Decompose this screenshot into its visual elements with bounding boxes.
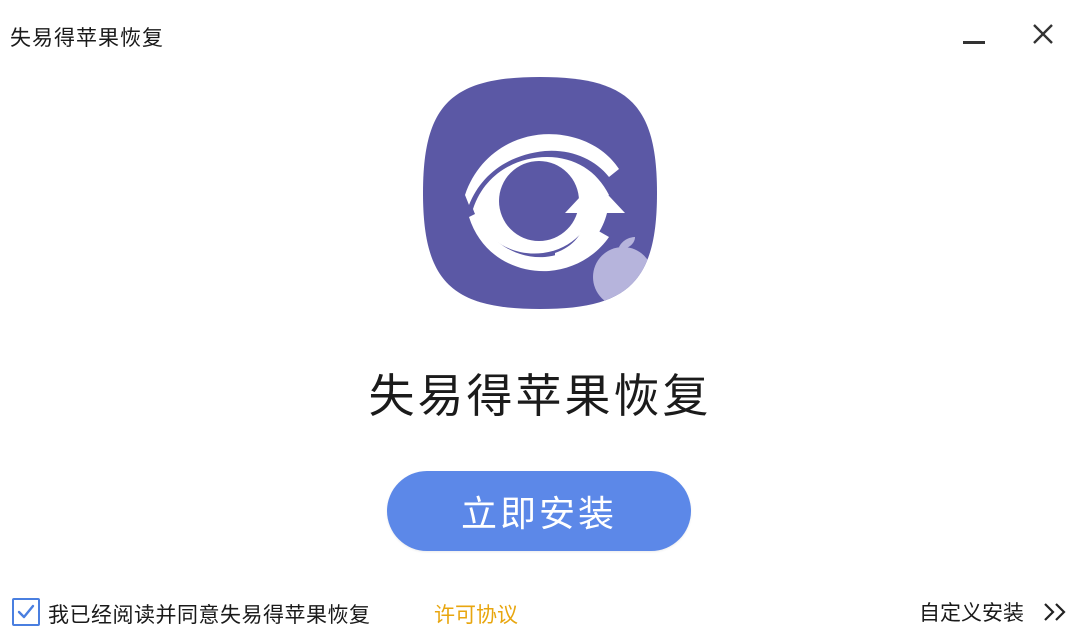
license-agreement-link[interactable]: 许可协议 xyxy=(434,599,518,629)
window-title: 失易得苹果恢复 xyxy=(10,26,164,50)
minimize-icon xyxy=(963,41,985,44)
footer: 我已经阅读并同意失易得苹果恢复 许可协议 自定义安装 xyxy=(0,596,1080,634)
custom-install-label: 自定义安装 xyxy=(919,601,1024,625)
title-bar: 失易得苹果恢复 xyxy=(0,0,1080,72)
install-now-button[interactable]: 立即安装 xyxy=(387,471,691,551)
minimize-button[interactable] xyxy=(952,14,996,54)
app-name: 失易得苹果恢复 xyxy=(368,369,712,423)
checkmark-icon xyxy=(17,604,35,619)
close-icon xyxy=(1033,24,1053,44)
double-chevron-right-icon xyxy=(1044,603,1066,621)
agree-label: 我已经阅读并同意失易得苹果恢复 xyxy=(48,603,371,627)
recovery-eye-arrow-icon xyxy=(423,77,657,309)
custom-install-button[interactable]: 自定义安装 xyxy=(919,596,1068,628)
close-button[interactable] xyxy=(1021,14,1065,54)
app-logo xyxy=(423,77,657,309)
agree-checkbox[interactable] xyxy=(12,598,40,626)
